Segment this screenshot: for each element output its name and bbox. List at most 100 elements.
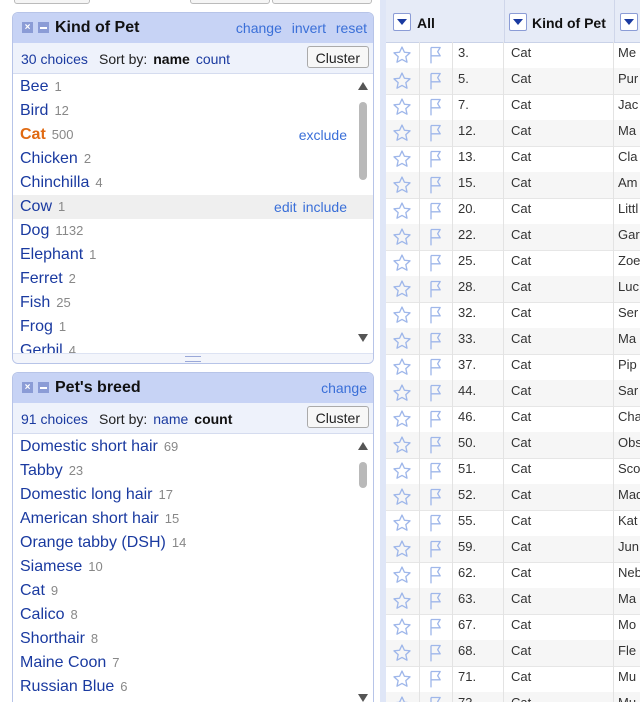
facet-resize-handle[interactable] <box>13 353 373 363</box>
cell-name[interactable]: Mu <box>614 692 640 702</box>
cell-name[interactable]: Pip <box>614 354 640 380</box>
minimize-facet-icon[interactable] <box>38 22 49 33</box>
toolbar-button[interactable] <box>14 0 90 4</box>
flag-icon[interactable] <box>427 669 445 689</box>
column-header-all[interactable]: All <box>386 0 505 42</box>
cell-kind-of-pet[interactable]: Cat <box>504 172 614 198</box>
include-link[interactable]: include <box>303 199 347 215</box>
flag-icon[interactable] <box>427 123 445 143</box>
cell-name[interactable]: Mu <box>614 666 640 692</box>
facet-choice-hover[interactable]: Cow 1 edit include <box>13 195 373 219</box>
star-icon[interactable] <box>392 175 412 195</box>
cell-name[interactable]: Jac <box>614 94 640 120</box>
flag-icon[interactable] <box>427 175 445 195</box>
star-icon[interactable] <box>392 201 412 221</box>
flag-icon[interactable] <box>427 695 445 702</box>
scroll-down-icon[interactable] <box>358 334 368 342</box>
column-header-name[interactable] <box>614 0 640 42</box>
cell-name[interactable]: Kat <box>614 510 640 536</box>
star-icon[interactable] <box>392 279 412 299</box>
cell-kind-of-pet[interactable]: Cat <box>504 146 614 172</box>
star-icon[interactable] <box>392 461 412 481</box>
star-icon[interactable] <box>392 357 412 377</box>
cell-kind-of-pet[interactable]: Cat <box>504 276 614 302</box>
cell-kind-of-pet[interactable]: Cat <box>504 614 614 640</box>
star-icon[interactable] <box>392 227 412 247</box>
star-icon[interactable] <box>392 97 412 117</box>
remove-facet-icon[interactable]: × <box>22 382 33 393</box>
star-icon[interactable] <box>392 513 412 533</box>
flag-icon[interactable] <box>427 539 445 559</box>
cell-name[interactable]: Pur <box>614 68 640 94</box>
facet-choice[interactable]: Domestic long hair 17 <box>13 483 373 507</box>
cell-kind-of-pet[interactable]: Cat <box>504 94 614 120</box>
cell-name[interactable]: Jun <box>614 536 640 562</box>
remove-facet-icon[interactable]: × <box>22 22 33 33</box>
star-icon[interactable] <box>392 409 412 429</box>
flag-icon[interactable] <box>427 305 445 325</box>
facet-choice[interactable]: American short hair 15 <box>13 507 373 531</box>
star-icon[interactable] <box>392 487 412 507</box>
star-icon[interactable] <box>392 695 412 702</box>
scroll-up-icon[interactable] <box>358 82 368 90</box>
scroll-up-icon[interactable] <box>358 442 368 450</box>
cell-name[interactable]: Cla <box>614 146 640 172</box>
cell-kind-of-pet[interactable]: Cat <box>504 68 614 94</box>
flag-icon[interactable] <box>427 435 445 455</box>
cell-kind-of-pet[interactable]: Cat <box>504 328 614 354</box>
star-icon[interactable] <box>392 591 412 611</box>
star-icon[interactable] <box>392 617 412 637</box>
edit-link[interactable]: edit <box>274 199 297 215</box>
cell-kind-of-pet[interactable]: Cat <box>504 224 614 250</box>
facet-choice[interactable]: Chinchilla 4 <box>13 171 373 195</box>
cell-kind-of-pet[interactable]: Cat <box>504 198 614 224</box>
flag-icon[interactable] <box>427 617 445 637</box>
facet-choice[interactable]: Fish 25 <box>13 291 373 315</box>
cluster-button[interactable]: Cluster <box>306 406 369 428</box>
dropdown-arrow-icon[interactable] <box>620 13 638 31</box>
scroll-thumb[interactable] <box>359 462 367 488</box>
cell-kind-of-pet[interactable]: Cat <box>504 302 614 328</box>
flag-icon[interactable] <box>427 357 445 377</box>
cell-kind-of-pet[interactable]: Cat <box>504 458 614 484</box>
cell-name[interactable]: Sco <box>614 458 640 484</box>
cell-name[interactable]: Mo <box>614 614 640 640</box>
cell-name[interactable]: Neb <box>614 562 640 588</box>
choices-count[interactable]: 91 choices <box>21 411 88 427</box>
toolbar-button[interactable] <box>272 0 372 4</box>
flag-icon[interactable] <box>427 461 445 481</box>
facet-choice[interactable]: Shorthair 8 <box>13 627 373 651</box>
cell-name[interactable]: Mad <box>614 484 640 510</box>
facet-change-link[interactable]: change <box>321 380 367 396</box>
flag-icon[interactable] <box>427 201 445 221</box>
cell-kind-of-pet[interactable]: Cat <box>504 692 614 702</box>
cell-kind-of-pet[interactable]: Cat <box>504 666 614 692</box>
sort-by-name[interactable]: name <box>153 51 190 67</box>
cell-name[interactable]: Me <box>614 42 640 68</box>
cell-name[interactable]: Ma <box>614 120 640 146</box>
cell-name[interactable]: Fle <box>614 640 640 666</box>
column-header-kind-of-pet[interactable]: Kind of Pet <box>504 0 615 42</box>
star-icon[interactable] <box>392 305 412 325</box>
cell-kind-of-pet[interactable]: Cat <box>504 250 614 276</box>
cell-kind-of-pet[interactable]: Cat <box>504 484 614 510</box>
facet-scrollbar[interactable] <box>358 442 368 702</box>
cluster-button[interactable]: Cluster <box>306 46 369 68</box>
cell-kind-of-pet[interactable]: Cat <box>504 354 614 380</box>
cell-name[interactable]: Ser <box>614 302 640 328</box>
facet-choice[interactable]: Maine Coon 7 <box>13 651 373 675</box>
sort-by-name[interactable]: name <box>153 411 188 427</box>
facet-choice-selected[interactable]: Cat 500 exclude <box>13 123 373 147</box>
star-icon[interactable] <box>392 435 412 455</box>
facet-choice[interactable]: Tabby 23 <box>13 459 373 483</box>
facet-choice[interactable]: Siamese 10 <box>13 555 373 579</box>
cell-kind-of-pet[interactable]: Cat <box>504 588 614 614</box>
exclude-link[interactable]: exclude <box>299 127 347 143</box>
flag-icon[interactable] <box>427 149 445 169</box>
dropdown-arrow-icon[interactable] <box>393 13 411 31</box>
cell-kind-of-pet[interactable]: Cat <box>504 120 614 146</box>
star-icon[interactable] <box>392 643 412 663</box>
cell-kind-of-pet[interactable]: Cat <box>504 42 614 68</box>
facet-choice[interactable]: Dog 1132 <box>13 219 373 243</box>
facet-choice[interactable]: Frog 1 <box>13 315 373 339</box>
